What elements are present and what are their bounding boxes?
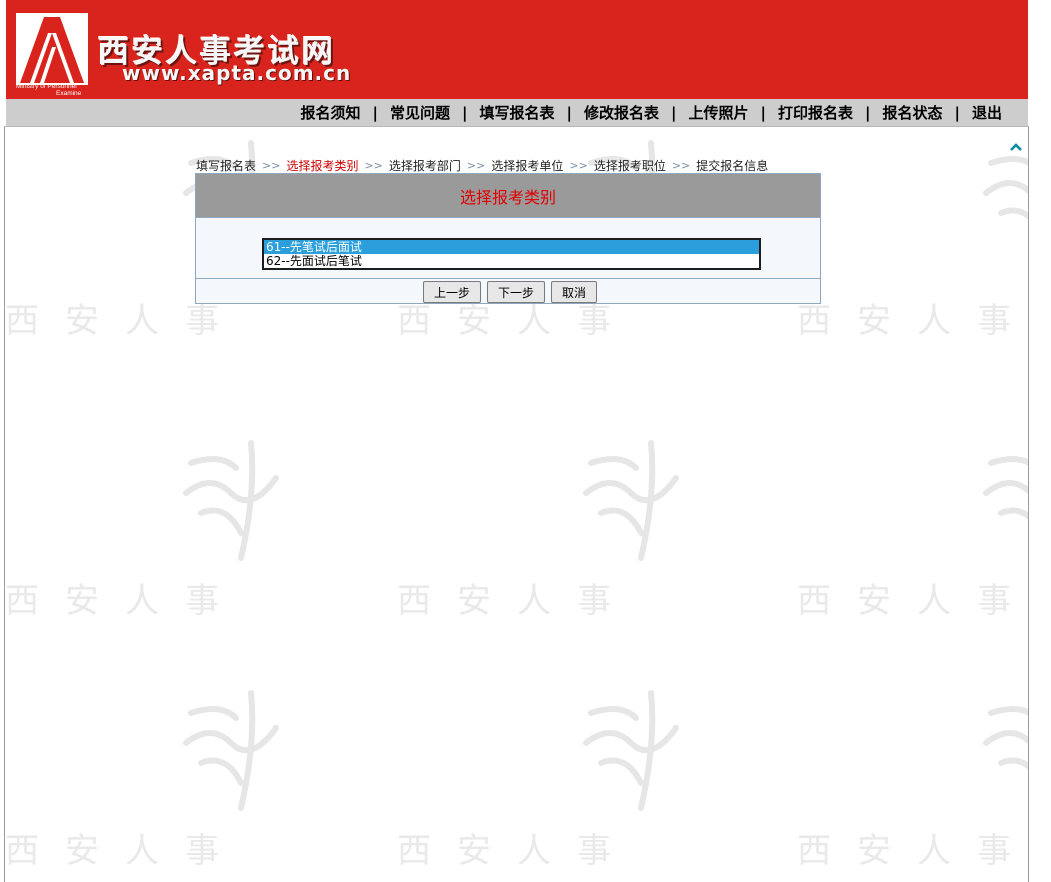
cancel-button[interactable]: 取消 bbox=[551, 281, 598, 303]
watermark-brush-icon bbox=[983, 456, 1028, 520]
watermark-text: 西安人事 bbox=[797, 301, 1029, 341]
watermark-brush-icon bbox=[183, 440, 279, 561]
nav-item-3[interactable]: 修改报名表 bbox=[572, 102, 671, 123]
category-option-1[interactable]: 62--先面试后笔试 bbox=[264, 254, 759, 268]
watermark-text: 西安人事 bbox=[797, 581, 1029, 621]
nav-item-4[interactable]: 上传照片 bbox=[676, 102, 760, 123]
button-row: 上一步 下一步 取消 bbox=[196, 279, 820, 305]
category-listbox[interactable]: 61--先笔试后面试 62--先面试后笔试 bbox=[262, 238, 761, 270]
category-select-panel: 选择报考类别 61--先笔试后面试 62--先面试后笔试 上一步 下一步 取消 bbox=[195, 173, 821, 304]
watermark-text: 西安人事 bbox=[5, 831, 245, 871]
logo-icon bbox=[16, 13, 88, 85]
logo-caption: Ministry of Personnel Examine bbox=[16, 83, 82, 97]
step-item-4[interactable]: 选择报考职位 bbox=[594, 157, 666, 174]
next-step-button[interactable]: 下一步 bbox=[486, 281, 545, 303]
step-separator: >> bbox=[466, 158, 486, 172]
watermark-brush-icon bbox=[183, 690, 279, 811]
step-separator: >> bbox=[569, 158, 588, 172]
nav-item-6[interactable]: 报名状态 bbox=[870, 102, 954, 123]
step-item-5[interactable]: 提交报名信息 bbox=[696, 157, 768, 174]
nav-item-5[interactable]: 打印报名表 bbox=[766, 102, 865, 123]
step-item-0[interactable]: 填写报名表 bbox=[196, 157, 256, 174]
top-nav: 报名须知 | 常见问题 | 填写报名表 | 修改报名表 | 上传照片 | 打印报名表 | 报名状态 | 退出 bbox=[6, 99, 1028, 126]
category-option-0[interactable]: 61--先笔试后面试 bbox=[264, 240, 759, 254]
watermark-text: 西安人事 bbox=[397, 581, 637, 621]
watermark-text: 西安人事 bbox=[397, 831, 637, 871]
watermark-text: 西安人事 bbox=[797, 831, 1029, 871]
watermark-brush-icon bbox=[983, 706, 1028, 770]
prev-step-button[interactable]: 上一步 bbox=[422, 281, 481, 303]
nav-item-0[interactable]: 报名须知 bbox=[288, 102, 372, 123]
step-item-1[interactable]: 选择报考类别 bbox=[286, 157, 358, 174]
panel-title: 选择报考类别 bbox=[459, 187, 556, 207]
step-separator: >> bbox=[671, 158, 691, 172]
watermark-brush-icon bbox=[583, 440, 679, 561]
panel-header: 选择报考类别 bbox=[196, 174, 820, 218]
step-breadcrumb: 填写报名表 >> 选择报考类别 >> 选择报考部门 >> 选择报考单位 >> 选择报考职位 >> 提… bbox=[196, 157, 768, 173]
step-item-3[interactable]: 选择报考单位 bbox=[491, 157, 563, 174]
step-item-2[interactable]: 选择报考部门 bbox=[389, 157, 461, 174]
scroll-up-icon[interactable] bbox=[1008, 139, 1024, 155]
site-logo[interactable]: Ministry of Personnel Examine bbox=[16, 13, 88, 97]
step-separator: >> bbox=[262, 158, 281, 172]
watermark-text: 西安人事 bbox=[5, 581, 245, 621]
nav-item-2[interactable]: 填写报名表 bbox=[467, 102, 566, 123]
nav-item-1[interactable]: 常见问题 bbox=[378, 102, 462, 123]
site-url: www.xapta.com.cn bbox=[122, 61, 352, 85]
header-banner: Ministry of Personnel Examine 西安人事考试网 ww… bbox=[6, 0, 1028, 99]
select-area: 61--先笔试后面试 62--先面试后笔试 bbox=[196, 218, 820, 279]
nav-item-7[interactable]: 退出 bbox=[960, 102, 1014, 123]
watermark-brush-icon bbox=[583, 690, 679, 811]
step-separator: >> bbox=[364, 158, 383, 172]
